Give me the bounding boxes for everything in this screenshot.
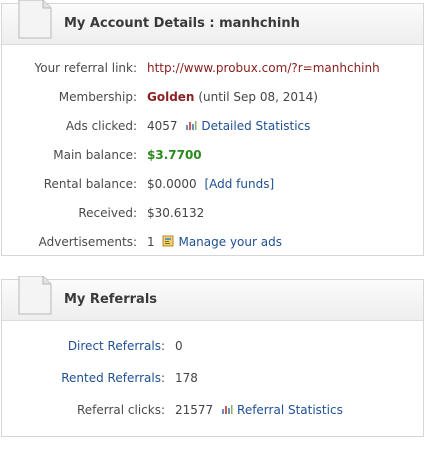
main-balance-value: $3.7700 (147, 148, 202, 162)
advertisements-row: Advertisements: 1 Manage your ads (2, 232, 423, 252)
account-details-title: My Account Details : manhchinh (64, 16, 300, 31)
membership-label: Membership: (58, 90, 137, 104)
received-value: $30.6132 (147, 206, 205, 220)
main-balance-row: Main balance: $3.7700 (2, 145, 423, 165)
membership-row: Membership: Golden (until Sep 08, 2014) (2, 87, 423, 107)
direct-referrals-count: 0 (175, 339, 183, 353)
manage-ads-link[interactable]: Manage your ads (162, 235, 282, 249)
membership-until: (until Sep 08, 2014) (198, 90, 318, 104)
main-balance-label: Main balance: (53, 148, 137, 162)
ads-clicked-count: 4057 (147, 119, 178, 133)
document-icon (18, 276, 52, 315)
detailed-statistics-label: Detailed Statistics (201, 119, 311, 133)
referrals-title: My Referrals (64, 292, 158, 307)
account-details-header: My Account Details : manhchinh (2, 0, 423, 45)
rented-referrals-row: Rented Referrals: 178 (2, 368, 423, 388)
advertisements-label: Advertisements: (38, 235, 137, 249)
received-label: Received: (78, 206, 137, 220)
ads-clicked-value: 4057 Detailed Statistics (147, 116, 310, 136)
referral-clicks-value: 21577 Referral Statistics (175, 400, 343, 420)
rental-balance-label: Rental balance: (43, 177, 137, 191)
detailed-statistics-link[interactable]: Detailed Statistics (185, 119, 310, 133)
direct-referrals-label-group: Direct Referrals: (68, 336, 165, 356)
referral-link-row: Your referral link: http://www.probux.co… (2, 58, 423, 78)
membership-level: Golden (147, 90, 195, 104)
ads-clicked-label: Ads clicked: (65, 119, 137, 133)
referral-clicks-row: Referral clicks: 21577 Referral Statisti… (2, 400, 423, 420)
received-row: Received: $30.6132 (2, 203, 423, 223)
referral-clicks-label: Referral clicks: (76, 403, 165, 417)
bar-chart-icon (222, 405, 233, 414)
advertisements-count: 1 (147, 235, 155, 249)
membership-value: Golden (until Sep 08, 2014) (147, 87, 318, 107)
referral-clicks-count: 21577 (175, 403, 214, 417)
direct-referrals-row: Direct Referrals: 0 (2, 336, 423, 356)
rented-referrals-count: 178 (175, 371, 198, 385)
referrals-panel: My Referrals Direct Referrals: 0 Rented … (1, 276, 424, 437)
referral-statistics-label: Referral Statistics (237, 403, 343, 417)
rented-referrals-colon: : (160, 371, 165, 385)
rental-balance-amount: $0.0000 (147, 177, 197, 191)
referral-link-label: Your referral link: (34, 61, 137, 75)
manage-ads-label: Manage your ads (178, 235, 282, 249)
document-icon (18, 0, 52, 39)
rental-balance-row: Rental balance: $0.0000 [Add funds] (2, 174, 423, 194)
rented-referrals-label-group: Rented Referrals: (61, 368, 165, 388)
direct-referrals-colon: : (160, 339, 165, 353)
referral-statistics-link[interactable]: Referral Statistics (221, 403, 343, 417)
referrals-header: My Referrals (2, 276, 423, 321)
rented-referrals-link[interactable]: Rented Referrals (61, 371, 161, 385)
add-funds-link[interactable]: [Add funds] (204, 177, 274, 191)
ads-icon (162, 235, 174, 247)
rental-balance-value: $0.0000 [Add funds] (147, 174, 274, 194)
referral-link[interactable]: http://www.probux.com/?r=manhchinh (147, 58, 380, 78)
advertisements-value: 1 Manage your ads (147, 232, 282, 252)
account-details-panel: My Account Details : manhchinh Your refe… (1, 0, 424, 256)
ads-clicked-row: Ads clicked: 4057 Detailed Statistics (2, 116, 423, 136)
bar-chart-icon (186, 121, 197, 130)
direct-referrals-link[interactable]: Direct Referrals (68, 339, 161, 353)
